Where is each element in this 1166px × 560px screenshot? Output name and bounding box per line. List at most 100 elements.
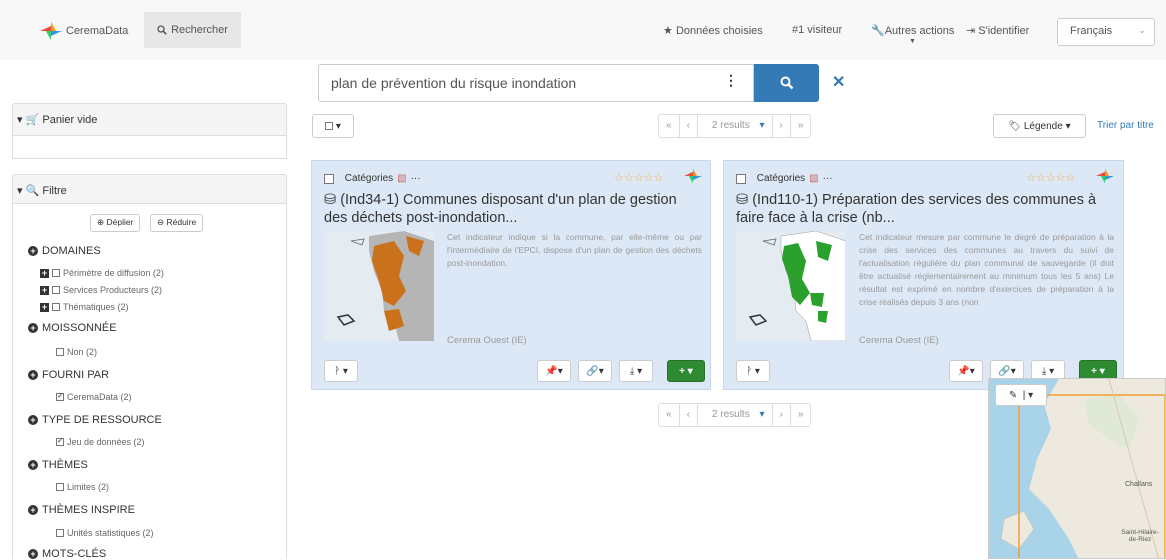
checkbox-checked[interactable] xyxy=(56,391,64,401)
facet-label: DOMAINES xyxy=(42,245,101,257)
facet-item[interactable]: Limites (2) xyxy=(56,482,109,492)
tag-icon: 🏷 xyxy=(1008,120,1022,132)
checkbox[interactable] xyxy=(52,269,60,277)
chevron-down-icon: ▼ xyxy=(909,38,916,45)
result-title[interactable]: ⛁ (Ind34-1) Communes disposant d'un plan… xyxy=(324,191,704,227)
facet-item[interactable]: + Thématiques (2) xyxy=(40,302,129,312)
legend-button[interactable]: 🏷 Légende ▾ xyxy=(993,114,1086,138)
checkbox[interactable] xyxy=(56,348,64,356)
results-dropdown[interactable]: 2 results ▾ xyxy=(698,404,773,426)
facet-domaines[interactable]: + DOMAINES xyxy=(28,245,101,257)
fork-icon: ᚹ xyxy=(746,365,753,377)
facet-item-label: Non (2) xyxy=(67,347,98,357)
result-title[interactable]: ⛁ (Ind110-1) Préparation des services de… xyxy=(736,191,1116,227)
next-page-icon[interactable]: › xyxy=(773,404,791,426)
rating-stars: ☆☆☆☆☆ xyxy=(614,172,664,184)
facet-item[interactable]: CeremaData (2) xyxy=(56,391,132,402)
fork-dropdown[interactable]: ᚹ ▾ xyxy=(324,360,358,382)
facet-item[interactable]: + Périmètre de diffusion (2) xyxy=(40,268,164,278)
facet-type-ressource[interactable]: + TYPE DE RESSOURCE xyxy=(28,414,162,426)
cart-icon: 🛒 xyxy=(25,114,40,126)
checkbox[interactable] xyxy=(56,483,64,491)
result-card[interactable]: Catégories ▧ ··· ☆☆☆☆☆ ⛁ (Ind34-1) Commun… xyxy=(311,160,711,390)
add-dropdown[interactable]: + ▾ xyxy=(667,360,705,382)
category-label: Catégories xyxy=(344,173,394,184)
cart-panel-header[interactable]: ▾ 🛒 Panier vide xyxy=(12,103,287,136)
facet-moissonnee[interactable]: + MOISSONNÉE xyxy=(28,322,117,334)
select-all-dropdown[interactable]: ▾ xyxy=(312,114,354,138)
category-row: Catégories ▧ ··· xyxy=(736,173,833,184)
facet-item-label: Services Producteurs (2) xyxy=(63,285,163,295)
fork-icon: ᚹ xyxy=(334,365,341,377)
selected-data-link[interactable]: ★ Données choisies xyxy=(663,24,763,37)
result-description: Cet indicateur mesure par commune le deg… xyxy=(859,232,1114,307)
facet-item-label: CeremaData (2) xyxy=(67,392,132,402)
clear-search-icon[interactable]: ✕ xyxy=(832,72,845,92)
wrench-icon: 🔧 xyxy=(871,25,885,37)
select-checkbox[interactable] xyxy=(736,173,746,184)
facet-themes[interactable]: + THÈMES xyxy=(28,459,88,471)
login-label: S'identifier xyxy=(978,25,1030,37)
prev-page-icon[interactable]: ‹ xyxy=(680,404,698,426)
select-caret-icon: ⌄ xyxy=(1138,25,1146,35)
pagination-top: « ‹ 2 results ▾ › » xyxy=(658,114,812,138)
pin-dropdown[interactable]: 📌 ▾ xyxy=(537,360,571,382)
sign-in-icon: ⇥ xyxy=(966,25,976,37)
next-page-icon[interactable]: › xyxy=(773,115,791,137)
collapse-all-button[interactable]: ⊖ Réduire xyxy=(150,214,204,232)
first-page-icon[interactable]: « xyxy=(659,404,680,426)
plus-circle-icon: + xyxy=(28,549,38,559)
visitor-link[interactable]: #1 visiteur xyxy=(792,24,842,36)
pin-dropdown[interactable]: 📌 ▾ xyxy=(949,360,983,382)
checkbox[interactable] xyxy=(52,303,60,311)
map-preview[interactable]: ✎ | ▾ Challans Saint-Hilaire-de-Riez xyxy=(988,378,1166,559)
facet-item[interactable]: + Services Producteurs (2) xyxy=(40,285,162,295)
search-options-icon[interactable]: ⋮ xyxy=(724,72,738,89)
facet-themes-inspire[interactable]: + THÈMES INSPIRE xyxy=(28,504,135,516)
edit-dropdown[interactable]: ✎ | ▾ xyxy=(995,384,1047,406)
facet-item[interactable]: Jeu de données (2) xyxy=(56,436,145,447)
star-icon: ★ xyxy=(663,25,673,37)
download-dropdown[interactable]: ⤓ ▾ xyxy=(619,360,653,382)
checkbox[interactable] xyxy=(52,286,60,294)
last-page-icon[interactable]: » xyxy=(791,115,811,137)
facet-item-label: Périmètre de diffusion (2) xyxy=(63,268,164,278)
facet-fourni-par[interactable]: + FOURNI PAR xyxy=(28,369,109,381)
filter-panel-header[interactable]: ▾ 🔍 Filtre xyxy=(12,174,287,204)
checkbox-checked[interactable] xyxy=(56,436,64,446)
result-thumbnail[interactable] xyxy=(324,231,434,341)
select-checkbox[interactable] xyxy=(324,173,334,184)
result-source: Cerema Ouest (IE) xyxy=(447,335,527,346)
facet-item[interactable]: Non (2) xyxy=(56,347,97,357)
cerema-logo-icon xyxy=(1096,168,1114,184)
result-card[interactable]: Catégories ▧ ··· ☆☆☆☆☆ ⛁ (Ind110-1) Prépa… xyxy=(723,160,1124,390)
facet-item-label: Jeu de données (2) xyxy=(67,437,145,447)
search-input[interactable]: plan de prévention du risque inondation xyxy=(318,64,754,102)
plus-circle-icon: + xyxy=(28,460,38,470)
other-actions-menu[interactable]: 🔧Autres actions ▼ xyxy=(871,24,954,45)
search-tab[interactable]: Rechercher xyxy=(144,12,241,48)
collapse-label: Réduire xyxy=(166,217,197,227)
search-button[interactable] xyxy=(754,64,819,102)
more-icon: ··· xyxy=(410,173,421,184)
language-select[interactable]: Français ⌄ xyxy=(1057,18,1155,46)
results-dropdown[interactable]: 2 results ▾ xyxy=(698,115,773,137)
first-page-icon[interactable]: « xyxy=(659,115,680,137)
facet-item[interactable]: Unités statistiques (2) xyxy=(56,528,154,538)
facet-label: MOISSONNÉE xyxy=(42,322,117,334)
checkbox[interactable] xyxy=(56,529,64,537)
cart-title: Panier vide xyxy=(42,114,98,126)
brand-link[interactable]: CeremaData xyxy=(40,22,128,40)
last-page-icon[interactable]: » xyxy=(791,404,811,426)
facet-mots-cles[interactable]: + MOTS-CLÉS xyxy=(28,548,106,560)
link-dropdown[interactable]: 🔗 ▾ xyxy=(578,360,612,382)
prev-page-icon[interactable]: ‹ xyxy=(680,115,698,137)
category-image-icon: ▧ xyxy=(809,173,819,184)
sort-link[interactable]: Trier par titre xyxy=(1097,120,1154,131)
facet-item-label: Unités statistiques (2) xyxy=(67,528,154,538)
result-thumbnail[interactable] xyxy=(736,231,846,341)
login-link[interactable]: ⇥ S'identifier xyxy=(966,24,1029,37)
search-icon xyxy=(157,25,167,35)
fork-dropdown[interactable]: ᚹ ▾ xyxy=(736,360,770,382)
expand-all-button[interactable]: ⊕ Déplier xyxy=(90,214,141,232)
